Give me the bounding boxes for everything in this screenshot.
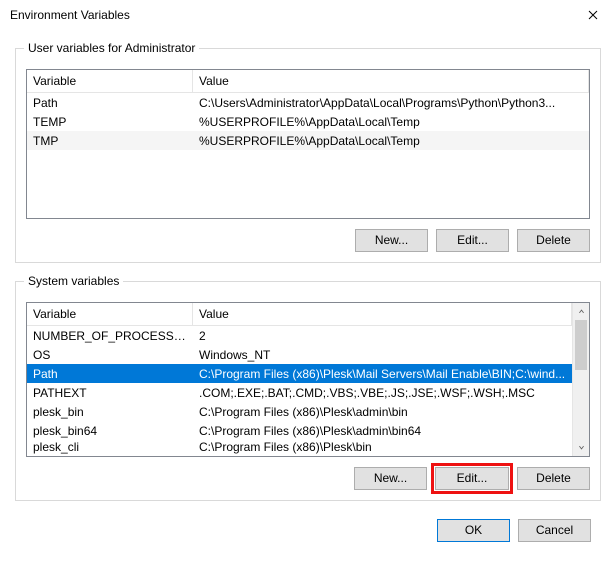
system-button-row: New... Edit... Delete bbox=[26, 467, 590, 490]
system-variables-list[interactable]: Variable Value NUMBER_OF_PROCESSORS 2 OS… bbox=[26, 302, 590, 457]
close-icon bbox=[588, 10, 598, 20]
table-row[interactable]: Path C:\Users\Administrator\AppData\Loca… bbox=[27, 93, 589, 112]
table-row[interactable]: PATHEXT .COM;.EXE;.BAT;.CMD;.VBS;.VBE;.J… bbox=[27, 383, 572, 402]
cell-value: Windows_NT bbox=[193, 348, 572, 362]
cell-variable: plesk_bin bbox=[27, 405, 193, 419]
user-delete-button[interactable]: Delete bbox=[517, 229, 590, 252]
col-header-variable[interactable]: Variable bbox=[27, 303, 193, 325]
cell-variable: plesk_cli bbox=[27, 440, 193, 454]
scroll-track[interactable] bbox=[573, 320, 589, 439]
window-title: Environment Variables bbox=[10, 8, 130, 22]
cell-variable: Path bbox=[27, 367, 193, 381]
system-delete-button[interactable]: Delete bbox=[517, 467, 590, 490]
cell-value: C:\Program Files (x86)\Plesk\Mail Server… bbox=[193, 367, 572, 381]
cell-variable: TEMP bbox=[27, 115, 193, 129]
scroll-thumb[interactable] bbox=[575, 320, 587, 370]
dialog-button-row: OK Cancel bbox=[0, 519, 616, 554]
user-list-header: Variable Value bbox=[27, 70, 589, 93]
cancel-button[interactable]: Cancel bbox=[518, 519, 591, 542]
cell-value: 2 bbox=[193, 329, 572, 343]
cell-variable: Path bbox=[27, 96, 193, 110]
table-row[interactable]: plesk_bin C:\Program Files (x86)\Plesk\a… bbox=[27, 402, 572, 421]
table-row[interactable]: NUMBER_OF_PROCESSORS 2 bbox=[27, 326, 572, 345]
system-variables-legend: System variables bbox=[24, 274, 123, 288]
user-edit-button[interactable]: Edit... bbox=[436, 229, 509, 252]
cell-value: C:\Users\Administrator\AppData\Local\Pro… bbox=[193, 96, 589, 110]
system-new-button[interactable]: New... bbox=[354, 467, 427, 490]
chevron-up-icon bbox=[578, 308, 585, 315]
user-variables-group: User variables for Administrator Variabl… bbox=[15, 48, 601, 263]
table-row[interactable]: TMP %USERPROFILE%\AppData\Local\Temp bbox=[27, 131, 589, 150]
table-row[interactable]: plesk_bin64 C:\Program Files (x86)\Plesk… bbox=[27, 421, 572, 440]
cell-variable: plesk_bin64 bbox=[27, 424, 193, 438]
dialog-content: User variables for Administrator Variabl… bbox=[0, 30, 616, 501]
ok-button[interactable]: OK bbox=[437, 519, 510, 542]
scroll-down-button[interactable] bbox=[573, 439, 590, 456]
cell-variable: PATHEXT bbox=[27, 386, 193, 400]
table-row[interactable]: Path C:\Program Files (x86)\Plesk\Mail S… bbox=[27, 364, 572, 383]
cell-value: %USERPROFILE%\AppData\Local\Temp bbox=[193, 115, 589, 129]
table-row[interactable]: OS Windows_NT bbox=[27, 345, 572, 364]
cell-value: .COM;.EXE;.BAT;.CMD;.VBS;.VBE;.JS;.JSE;.… bbox=[193, 386, 572, 400]
user-list-body: Variable Value Path C:\Users\Administrat… bbox=[27, 70, 589, 218]
col-header-value[interactable]: Value bbox=[193, 70, 589, 92]
titlebar: Environment Variables bbox=[0, 0, 616, 30]
col-header-variable[interactable]: Variable bbox=[27, 70, 193, 92]
cell-variable: OS bbox=[27, 348, 193, 362]
user-variables-legend: User variables for Administrator bbox=[24, 41, 199, 55]
system-list-header: Variable Value bbox=[27, 303, 572, 326]
scrollbar[interactable] bbox=[572, 303, 589, 456]
cell-value: C:\Program Files (x86)\Plesk\admin\bin bbox=[193, 405, 572, 419]
cell-variable: TMP bbox=[27, 134, 193, 148]
col-header-value[interactable]: Value bbox=[193, 303, 572, 325]
user-new-button[interactable]: New... bbox=[355, 229, 428, 252]
close-button[interactable] bbox=[570, 0, 615, 30]
system-variables-group: System variables Variable Value NUMBER_O… bbox=[15, 281, 601, 501]
table-row[interactable]: plesk_cli C:\Program Files (x86)\Plesk\b… bbox=[27, 440, 572, 454]
chevron-down-icon bbox=[578, 444, 585, 451]
cell-value: C:\Program Files (x86)\Plesk\bin bbox=[193, 440, 572, 454]
cell-value: %USERPROFILE%\AppData\Local\Temp bbox=[193, 134, 589, 148]
scroll-up-button[interactable] bbox=[573, 303, 590, 320]
cell-value: C:\Program Files (x86)\Plesk\admin\bin64 bbox=[193, 424, 572, 438]
cell-variable: NUMBER_OF_PROCESSORS bbox=[27, 329, 193, 343]
user-button-row: New... Edit... Delete bbox=[26, 229, 590, 252]
user-variables-list[interactable]: Variable Value Path C:\Users\Administrat… bbox=[26, 69, 590, 219]
table-row[interactable]: TEMP %USERPROFILE%\AppData\Local\Temp bbox=[27, 112, 589, 131]
system-edit-button[interactable]: Edit... bbox=[435, 467, 509, 490]
system-list-body: Variable Value NUMBER_OF_PROCESSORS 2 OS… bbox=[27, 303, 572, 456]
